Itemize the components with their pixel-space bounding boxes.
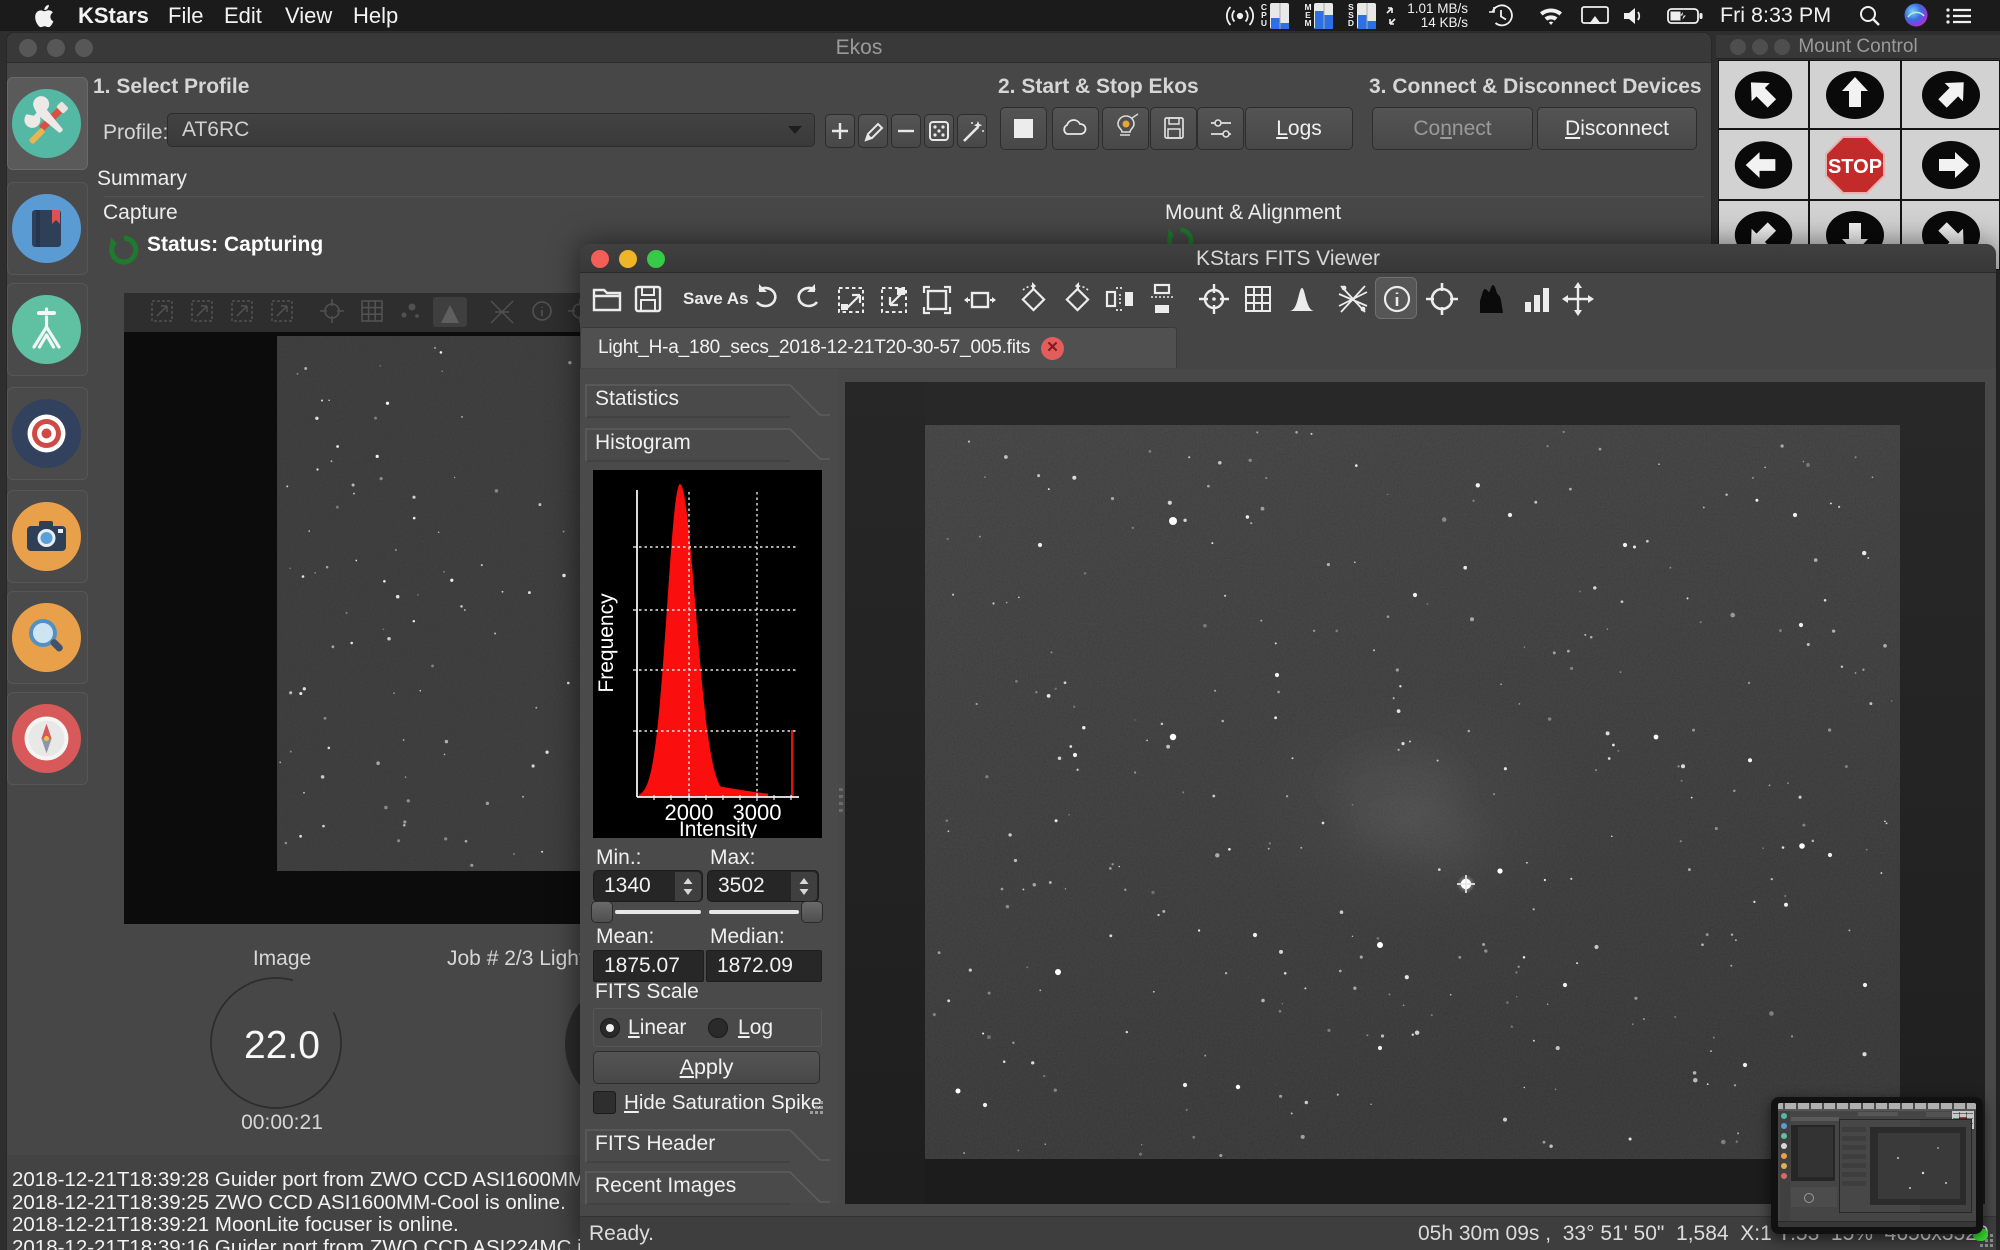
svg-text:M: M	[1304, 18, 1311, 28]
svg-text:Intensity: Intensity	[679, 818, 758, 838]
svg-text:D: D	[1348, 18, 1354, 28]
svg-text:Frequency: Frequency	[595, 593, 618, 693]
svg-text:U: U	[1261, 18, 1267, 28]
svg-text:STOP: STOP	[1828, 156, 1882, 178]
